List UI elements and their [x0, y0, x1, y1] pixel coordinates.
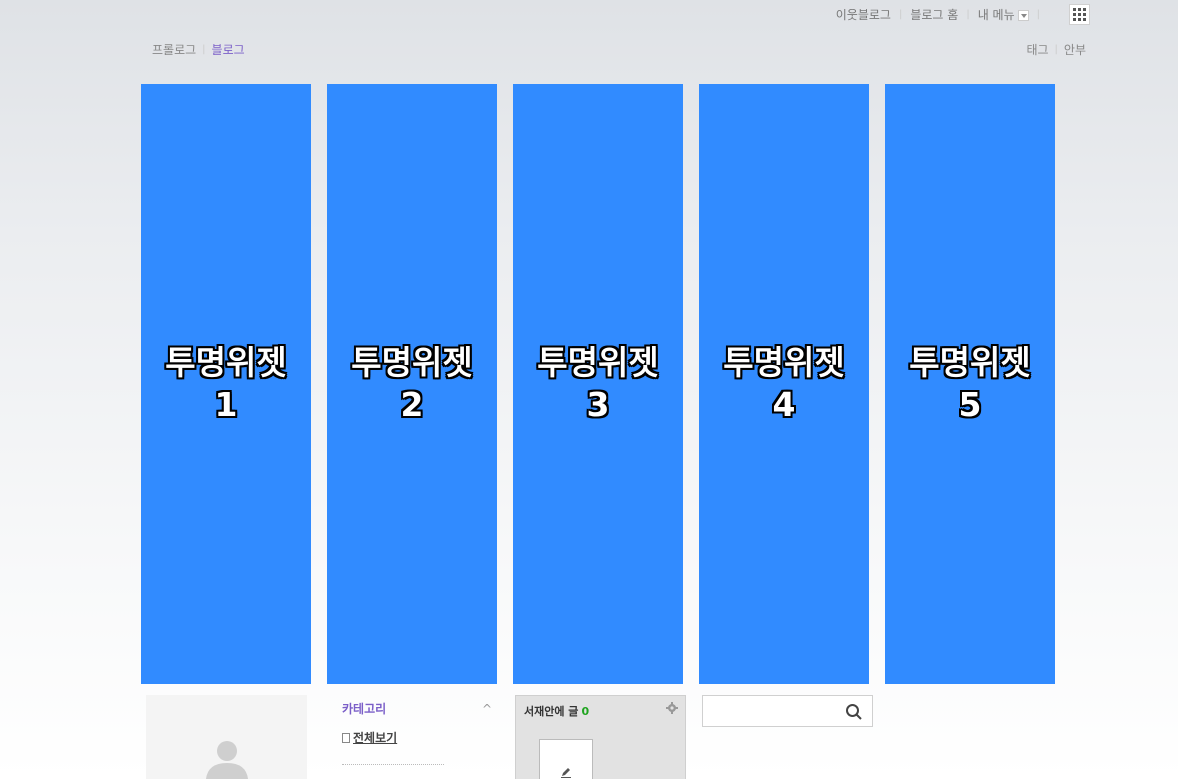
- widget-title: 투명위젯: [165, 343, 287, 382]
- blog-home-link[interactable]: 블로그 홈: [910, 6, 958, 23]
- transparent-widget-5[interactable]: 투명위젯 5: [885, 84, 1055, 684]
- prologue-link[interactable]: 프롤로그: [152, 41, 196, 58]
- my-menu-label: 내 메뉴: [977, 7, 1015, 22]
- separator: |: [898, 8, 903, 20]
- collapse-icon[interactable]: ^: [482, 702, 492, 716]
- category-panel: 카테고리 ^ 전체보기: [342, 700, 492, 765]
- category-header: 카테고리 ^: [342, 700, 492, 717]
- top-utility-bar: 이웃블로그 | 블로그 홈 | 내 메뉴 |: [836, 6, 1088, 22]
- drawer-title-row: 서재안에 글0: [524, 703, 589, 719]
- search-input[interactable]: [709, 701, 839, 721]
- widget-title: 투명위젯: [723, 343, 845, 382]
- transparent-widget-2[interactable]: 투명위젯 2: [327, 84, 497, 684]
- avatar-icon: [206, 741, 248, 779]
- widget-title: 투명위젯: [537, 343, 659, 382]
- pencil-icon: [561, 768, 571, 778]
- separator: |: [966, 8, 970, 20]
- my-menu-dropdown[interactable]: 내 메뉴: [978, 6, 1029, 23]
- drawer-title: 서재안에 글: [524, 705, 579, 718]
- widget-number: 5: [958, 385, 982, 424]
- grid-icon: [1073, 8, 1076, 11]
- separator: |: [202, 44, 206, 55]
- view-all-link[interactable]: 전체보기: [353, 729, 397, 746]
- category-title[interactable]: 카테고리: [342, 700, 386, 717]
- widget-title: 투명위젯: [351, 343, 473, 382]
- profile-image[interactable]: [146, 695, 307, 779]
- widget-number: 2: [400, 385, 424, 424]
- tag-link[interactable]: 태그: [1026, 41, 1048, 58]
- right-subnav: 태그 | 안부: [1026, 41, 1086, 58]
- document-icon: [342, 732, 350, 743]
- widget-number: 1: [214, 385, 238, 424]
- apps-grid-button[interactable]: [1069, 4, 1090, 25]
- blog-search-box: [702, 695, 873, 727]
- search-icon[interactable]: [845, 703, 863, 721]
- category-view-all[interactable]: 전체보기: [342, 729, 492, 746]
- transparent-widget-1[interactable]: 투명위젯 1: [141, 84, 311, 684]
- guestbook-link[interactable]: 안부: [1064, 41, 1086, 58]
- divider: [342, 764, 444, 765]
- blog-subnav: 프롤로그 | 블로그: [152, 41, 245, 58]
- blog-link[interactable]: 블로그: [212, 41, 245, 58]
- widget-number: 3: [586, 385, 610, 424]
- transparent-widget-3[interactable]: 투명위젯 3: [513, 84, 683, 684]
- widget-number: 4: [772, 385, 796, 424]
- drawer-write-card[interactable]: [539, 739, 593, 779]
- widget-title: 투명위젯: [909, 343, 1031, 382]
- chevron-down-icon: [1017, 9, 1029, 21]
- drawer-widget: 서재안에 글0: [515, 695, 686, 779]
- separator: |: [1036, 8, 1040, 20]
- gear-icon[interactable]: [666, 702, 678, 714]
- separator: |: [1054, 44, 1058, 55]
- drawer-count: 0: [581, 705, 590, 718]
- transparent-widget-4[interactable]: 투명위젯 4: [699, 84, 869, 684]
- neighbor-blog-link[interactable]: 이웃블로그: [836, 6, 891, 23]
